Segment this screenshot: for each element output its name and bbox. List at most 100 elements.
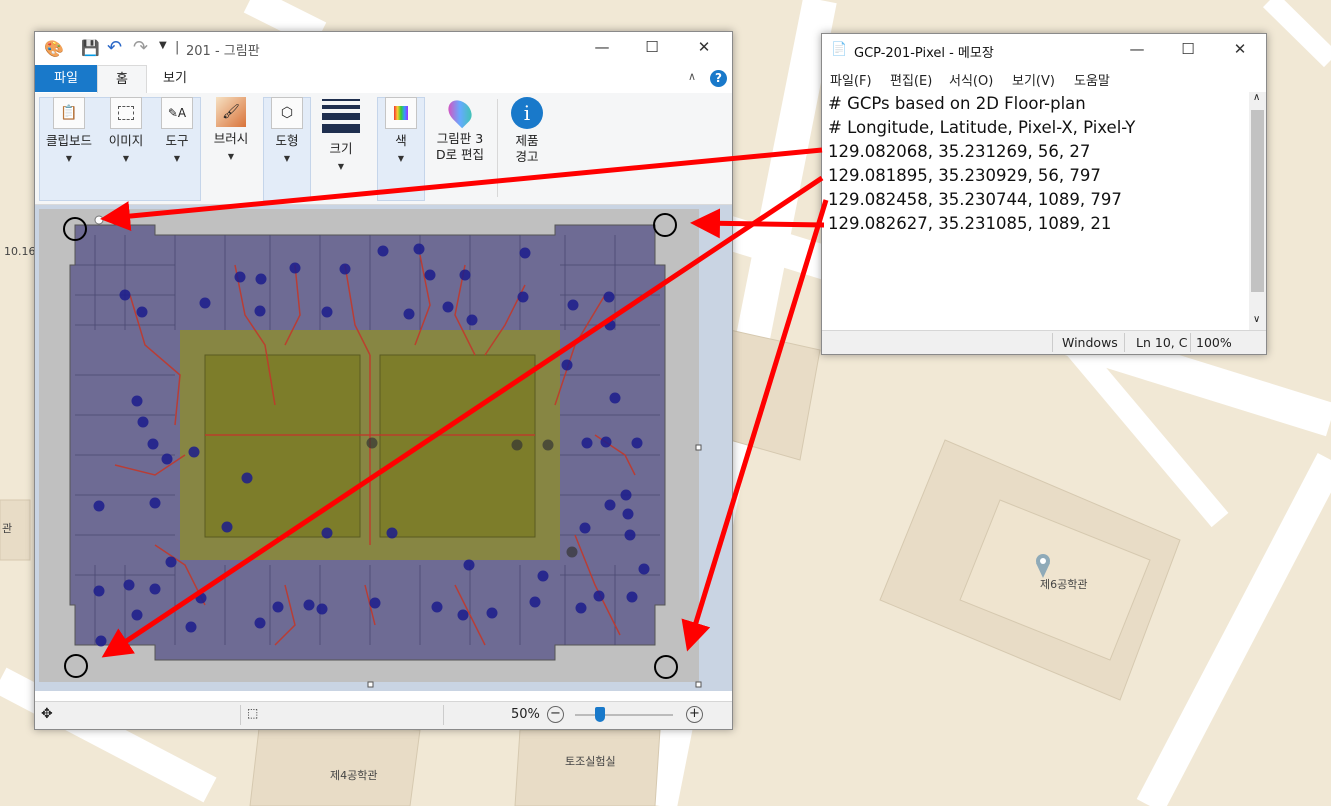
scroll-up-icon[interactable]: ∧ xyxy=(1253,92,1260,103)
title-bar[interactable]: 🎨 💾 ↶ ↷ ▼ | 201 - 그림판 — ☐ ✕ xyxy=(35,32,732,64)
shapes-label: 도형 xyxy=(275,133,299,148)
map-label-building[interactable]: 제6공학관 xyxy=(1040,576,1087,592)
sensor-point xyxy=(466,314,478,326)
sensor-point xyxy=(321,306,333,318)
menu-format[interactable]: 서식(O) xyxy=(949,70,993,89)
chevron-down-icon: ▼ xyxy=(397,154,405,163)
image-label: 이미지 xyxy=(108,133,144,148)
maximize-button[interactable]: ☐ xyxy=(1165,34,1211,64)
window-title: GCP-201-Pixel - 메모장 xyxy=(854,46,994,61)
help-icon[interactable]: ? xyxy=(710,70,727,87)
sensor-point xyxy=(161,453,173,465)
map-label: 관 xyxy=(2,522,13,535)
menu-file[interactable]: 파일(F) xyxy=(830,70,872,89)
color-button[interactable]: 색 ▼ xyxy=(379,97,423,167)
zoom-level: 50% xyxy=(511,707,540,722)
info-icon: i xyxy=(511,97,543,129)
title-bar[interactable]: 📄 GCP-201-Pixel - 메모장 — ☐ ✕ xyxy=(822,34,1266,66)
tools-button[interactable]: ✎A 도구 ▼ xyxy=(155,97,199,167)
menu-edit[interactable]: 편집(E) xyxy=(890,70,932,89)
cursor-position: Ln 10, C xyxy=(1136,335,1188,350)
sensor-point xyxy=(542,439,554,451)
sensor-point xyxy=(566,546,578,558)
chevron-down-icon: ▼ xyxy=(227,152,235,161)
tab-home[interactable]: 홈 xyxy=(97,65,147,93)
sensor-point xyxy=(457,609,469,621)
scroll-down-icon[interactable]: ∨ xyxy=(1253,314,1260,325)
sensor-point xyxy=(413,243,425,255)
sensor-point xyxy=(626,591,638,603)
paint3d-button[interactable]: 그림판 3 D로 편집 xyxy=(429,95,491,163)
scrollbar-thumb[interactable] xyxy=(1251,110,1264,292)
ribbon: 📋 클립보드 ▼ 이미지 ▼ ✎A 도구 ▼ 🖌 브러시 ▼ ⬡ 도형 ▼ 크기… xyxy=(35,93,732,205)
sensor-point xyxy=(561,359,573,371)
menu-view[interactable]: 보기(V) xyxy=(1012,70,1055,89)
tab-file[interactable]: 파일 xyxy=(35,65,97,92)
close-button[interactable]: ✕ xyxy=(681,32,727,62)
redo-icon[interactable]: ↷ xyxy=(133,37,148,58)
sensor-point xyxy=(147,438,159,450)
floor-plan-canvas[interactable] xyxy=(35,205,732,691)
sensor-point xyxy=(234,271,246,283)
size-button[interactable]: 크기 ▼ xyxy=(319,97,363,175)
sensor-point xyxy=(221,521,233,533)
paint3d-icon xyxy=(443,95,477,129)
map-label-building[interactable]: 제4공학관 xyxy=(330,767,377,783)
clipboard-button[interactable]: 📋 클립보드 ▼ xyxy=(41,97,97,167)
undo-icon[interactable]: ↶ xyxy=(107,37,122,58)
sensor-point xyxy=(366,437,378,449)
collapse-ribbon-icon[interactable]: ∧ xyxy=(688,70,696,83)
sensor-point xyxy=(486,607,498,619)
sensor-point xyxy=(579,522,591,534)
eol-format: Windows xyxy=(1062,335,1118,350)
sensor-point xyxy=(620,489,632,501)
sensor-point xyxy=(431,601,443,613)
quick-access-dropdown-icon[interactable]: ▼ xyxy=(159,40,167,51)
sensor-point xyxy=(303,599,315,611)
map-label-building[interactable]: 토조실험실 xyxy=(565,753,616,769)
canvas-area[interactable] xyxy=(35,205,732,691)
ribbon-separator xyxy=(497,99,498,197)
product-alert-button[interactable]: i 제품 경고 xyxy=(499,97,555,165)
size-label: 크기 xyxy=(329,141,353,156)
zoom-in-button[interactable]: + xyxy=(686,706,703,723)
shapes-button[interactable]: ⬡ 도형 ▼ xyxy=(265,97,309,167)
move-cursor-icon: ✥ xyxy=(41,706,53,722)
product-alert-label: 제품 경고 xyxy=(515,133,539,164)
chevron-down-icon: ▼ xyxy=(65,154,73,163)
sensor-point xyxy=(604,499,616,511)
color-label: 색 xyxy=(395,133,407,148)
sensor-point xyxy=(369,597,381,609)
status-separator xyxy=(1190,333,1191,352)
save-icon[interactable]: 💾 xyxy=(81,39,100,57)
minimize-button[interactable]: — xyxy=(579,32,625,62)
zoom-slider-thumb[interactable] xyxy=(595,707,605,722)
brush-icon: 🖌 xyxy=(216,97,246,127)
brushes-button[interactable]: 🖌 브러시 ▼ xyxy=(205,97,257,165)
close-button[interactable]: ✕ xyxy=(1217,34,1263,64)
menu-help[interactable]: 도움말 xyxy=(1074,70,1110,89)
text-line: 129.082068, 35.231269, 56, 27 xyxy=(828,142,1091,161)
text-editor[interactable]: # GCPs based on 2D Floor-plan # Longitud… xyxy=(824,92,1248,330)
sensor-point xyxy=(459,269,471,281)
paint3d-label: 그림판 3 D로 편집 xyxy=(435,131,485,162)
zoom-out-button[interactable]: − xyxy=(547,706,564,723)
sensor-point xyxy=(403,308,415,320)
maximize-button[interactable]: ☐ xyxy=(629,32,675,62)
zoom-slider-track[interactable] xyxy=(575,714,673,716)
sensor-point xyxy=(123,579,135,591)
selection-size-icon: ⬚ xyxy=(247,706,259,720)
sensor-point xyxy=(131,609,143,621)
clipboard-icon: 📋 xyxy=(53,97,85,129)
image-button[interactable]: 이미지 ▼ xyxy=(103,97,149,167)
minimize-button[interactable]: — xyxy=(1114,34,1160,64)
clipboard-label: 클립보드 xyxy=(45,133,92,148)
status-separator xyxy=(240,705,241,725)
notepad-window: 📄 GCP-201-Pixel - 메모장 — ☐ ✕ 파일(F) 편집(E) … xyxy=(821,33,1267,355)
tab-view[interactable]: 보기 xyxy=(147,65,203,92)
ribbon-tabs: 파일 홈 보기 ∧ ? xyxy=(35,65,732,94)
vertical-scrollbar[interactable]: ∧ ∨ xyxy=(1249,92,1266,330)
sensor-point xyxy=(254,305,266,317)
sensor-point xyxy=(254,617,266,629)
text-line: 129.082458, 35.230744, 1089, 797 xyxy=(828,190,1122,209)
